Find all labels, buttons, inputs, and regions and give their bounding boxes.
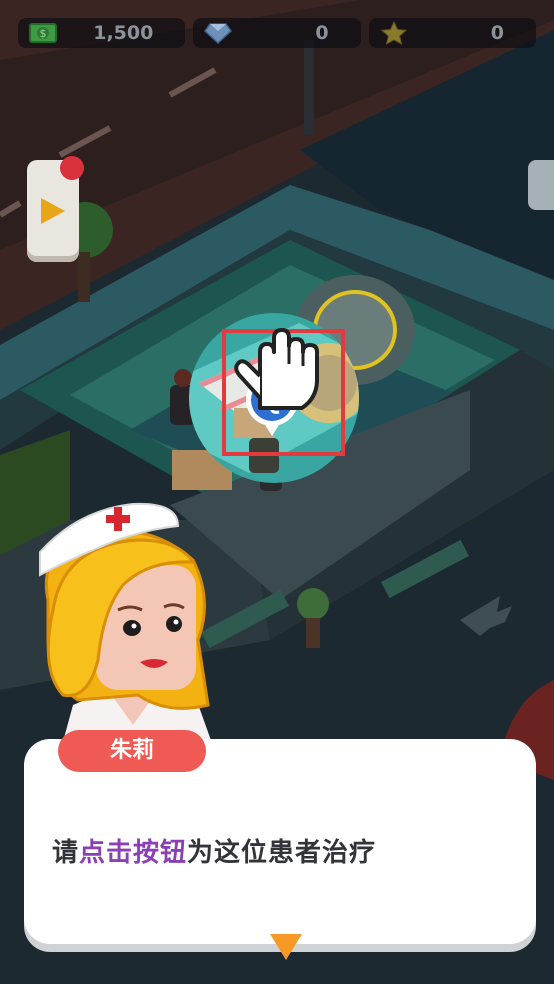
cash-icon: $ [28, 21, 58, 45]
dialog-text-prefix: 请 [52, 838, 80, 868]
star-counter[interactable]: 0 [368, 18, 536, 48]
nurse-avatar [18, 490, 248, 760]
resource-bar: $ 1,500 0 0 [18, 18, 536, 48]
svg-text:$: $ [40, 27, 47, 40]
pointing-hand-icon [232, 318, 324, 414]
star-value: 0 [490, 22, 504, 44]
dialog-text-highlight: 点击按钮 [79, 838, 188, 868]
dialog-text-suffix: 为这位患者治疗 [187, 838, 377, 868]
dialog-text: 请点击按钮为这位患者治疗 [52, 832, 376, 869]
side-menu-tab[interactable] [528, 160, 554, 210]
gem-icon [203, 21, 233, 45]
gem-counter[interactable]: 0 [193, 18, 361, 48]
gem-value: 0 [315, 22, 329, 44]
star-icon [379, 21, 409, 45]
cash-counter[interactable]: $ 1,500 [18, 18, 186, 48]
speaker-name: 朱莉 [58, 730, 206, 772]
play-icon [41, 198, 65, 224]
down-arrow-icon[interactable] [270, 934, 302, 960]
cash-value: 1,500 [93, 22, 154, 44]
notification-badge [60, 156, 84, 180]
